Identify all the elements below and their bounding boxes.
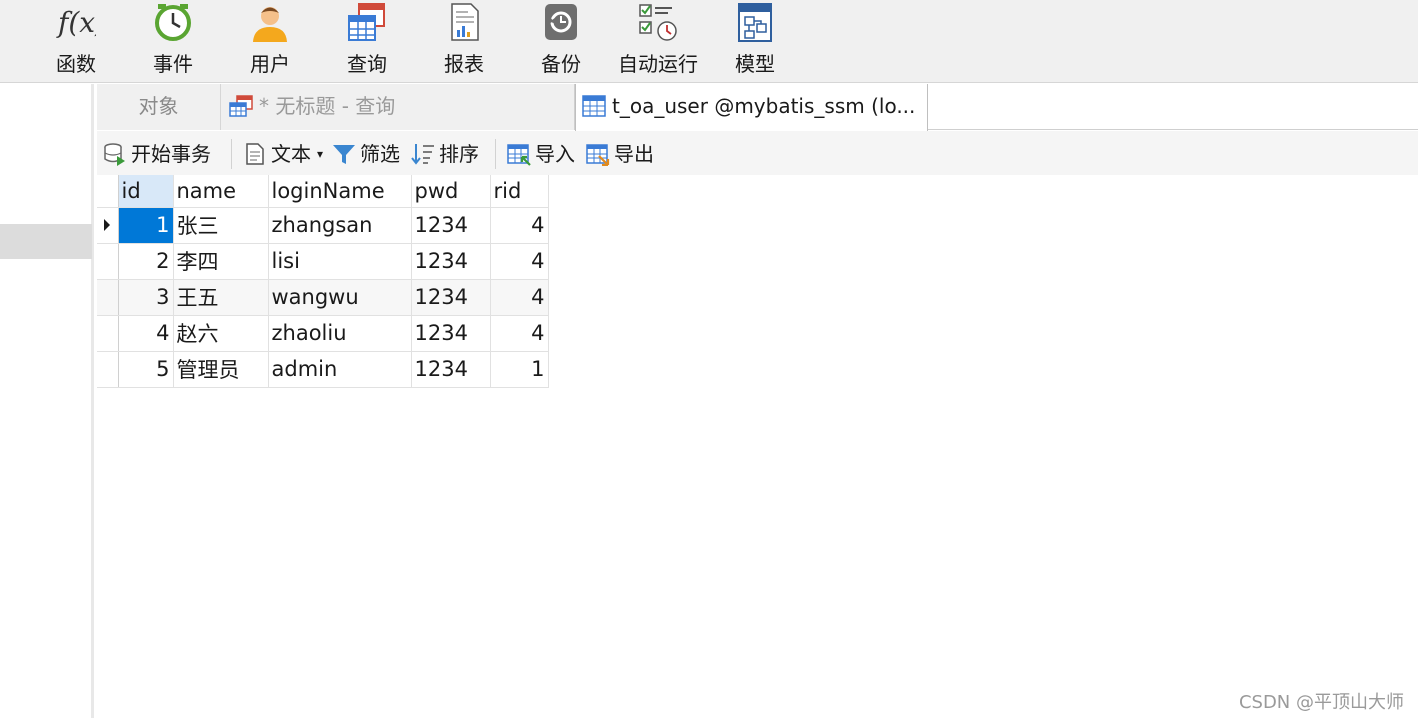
cell-loginname[interactable]: zhangsan [268,207,412,244]
cell-name[interactable]: 王五 [173,279,269,316]
import-label: 导入 [535,142,575,166]
automation-icon [639,4,677,41]
table-row[interactable]: 2 李四 lisi 1234 4 [97,243,549,280]
query-icon [348,3,385,41]
tab-query-label: * 无标题 - 查询 [259,94,396,118]
ribbon-model-button[interactable]: 模型 [710,0,800,83]
cell-rid[interactable]: 4 [490,207,549,244]
chevron-down-icon: ▾ [317,147,324,161]
cell-loginname[interactable]: admin [268,351,412,388]
row-indicator[interactable] [97,207,119,244]
toolbar-separator [231,139,232,169]
svg-text:f(x): f(x) [56,6,96,39]
current-row-caret-icon [104,219,111,231]
row-indicator[interactable] [97,351,119,388]
sort-icon [411,144,434,165]
main-ribbon: f(x) 函数 事件 用户 查询 [0,0,1418,83]
cell-name[interactable]: 张三 [173,207,269,244]
ribbon-label: 模型 [735,52,775,76]
grid-corner [97,175,119,208]
cell-id[interactable]: 4 [118,315,174,352]
database-transaction-icon [104,143,125,166]
column-header-name[interactable]: name [173,175,269,208]
column-header-rid[interactable]: rid [490,175,549,208]
column-header-id[interactable]: id [118,175,174,208]
user-icon [253,7,287,42]
backup-icon [545,4,577,40]
sidebar-selected-item[interactable] [0,224,92,259]
cell-loginname[interactable]: zhaoliu [268,315,412,352]
cell-pwd[interactable]: 1234 [411,207,491,244]
ribbon-label: 报表 [444,52,484,76]
table-row[interactable]: 1 张三 zhangsan 1234 4 [97,207,549,244]
ribbon-query-button[interactable]: 查询 [322,0,412,83]
cell-id[interactable]: 2 [118,243,174,280]
row-indicator[interactable] [97,315,119,352]
toolbar-separator [495,139,496,169]
sort-label: 排序 [439,142,479,166]
cell-name[interactable]: 李四 [173,243,269,280]
cell-pwd[interactable]: 1234 [411,315,491,352]
ribbon-label: 用户 [250,52,290,76]
ribbon-backup-button[interactable]: 备份 [516,0,606,83]
tab-objects-label: 对象 [138,94,179,118]
import-icon [507,144,531,166]
cell-pwd[interactable]: 1234 [411,351,491,388]
cell-pwd[interactable]: 1234 [411,243,491,280]
tab-objects[interactable]: 对象 [97,84,221,130]
cell-id[interactable]: 3 [118,279,174,316]
text-view-label: 文本 [271,142,311,166]
cell-name[interactable]: 管理员 [173,351,269,388]
cell-id[interactable]: 5 [118,351,174,388]
ribbon-label: 事件 [153,52,193,76]
tab-untitled-query[interactable]: * 无标题 - 查询 [221,84,575,130]
event-clock-icon [155,4,191,41]
table-row[interactable]: 5 管理员 admin 1234 1 [97,351,549,388]
begin-transaction-label: 开始事务 [131,142,211,166]
row-indicator[interactable] [97,279,119,316]
row-indicator[interactable] [97,243,119,280]
object-sidebar[interactable] [0,84,94,718]
export-label: 导出 [614,142,654,166]
export-icon [586,144,610,166]
document-text-icon [246,143,264,165]
cell-loginname[interactable]: lisi [268,243,412,280]
tab-table-label: t_oa_user @mybatis_ssm (lo... [612,94,916,118]
report-icon [451,3,479,41]
cell-rid[interactable]: 4 [490,279,549,316]
ribbon-label: 自动运行 [618,52,698,76]
function-icon: f(x) [56,6,96,39]
ribbon-label: 备份 [541,52,581,76]
column-header-loginname[interactable]: loginName [268,175,412,208]
tab-table-t-oa-user[interactable]: t_oa_user @mybatis_ssm (lo... [575,84,928,131]
ribbon-event-button[interactable]: 事件 [128,0,218,83]
cell-id[interactable]: 1 [118,207,174,244]
cell-name[interactable]: 赵六 [173,315,269,352]
cell-rid[interactable]: 4 [490,315,549,352]
table-row[interactable]: 4 赵六 zhaoliu 1234 4 [97,315,549,352]
table-row[interactable]: 3 王五 wangwu 1234 4 [97,279,549,316]
query-tab-icon [229,95,253,117]
csdn-watermark: CSDN @平顶山大师 [1238,692,1404,713]
filter-label: 筛选 [360,142,400,166]
ribbon-report-button[interactable]: 报表 [419,0,509,83]
grid-header-row: id name loginName pwd rid [97,175,549,208]
tab-strip: 对象 * 无标题 - 查询 t_oa_user @mybatis_ssm (lo… [97,84,1418,131]
ribbon-user-button[interactable]: 用户 [225,0,315,83]
model-icon [738,3,772,42]
ribbon-label: 查询 [347,52,387,76]
filter-funnel-icon [333,145,355,164]
table-tab-icon [582,95,606,117]
cell-pwd[interactable]: 1234 [411,279,491,316]
ribbon-automation-button[interactable]: 自动运行 [613,0,703,83]
ribbon-function-button[interactable]: f(x) 函数 [31,0,121,83]
cell-rid[interactable]: 4 [490,243,549,280]
ribbon-label: 函数 [56,52,96,76]
data-toolbar: 开始事务 文本 ▾ 筛选 排序 导入 导出 [97,131,1418,175]
cell-rid[interactable]: 1 [490,351,549,388]
column-header-pwd[interactable]: pwd [411,175,491,208]
data-grid[interactable]: id name loginName pwd rid 1 张三 zhangsan … [97,175,549,388]
cell-loginname[interactable]: wangwu [268,279,412,316]
